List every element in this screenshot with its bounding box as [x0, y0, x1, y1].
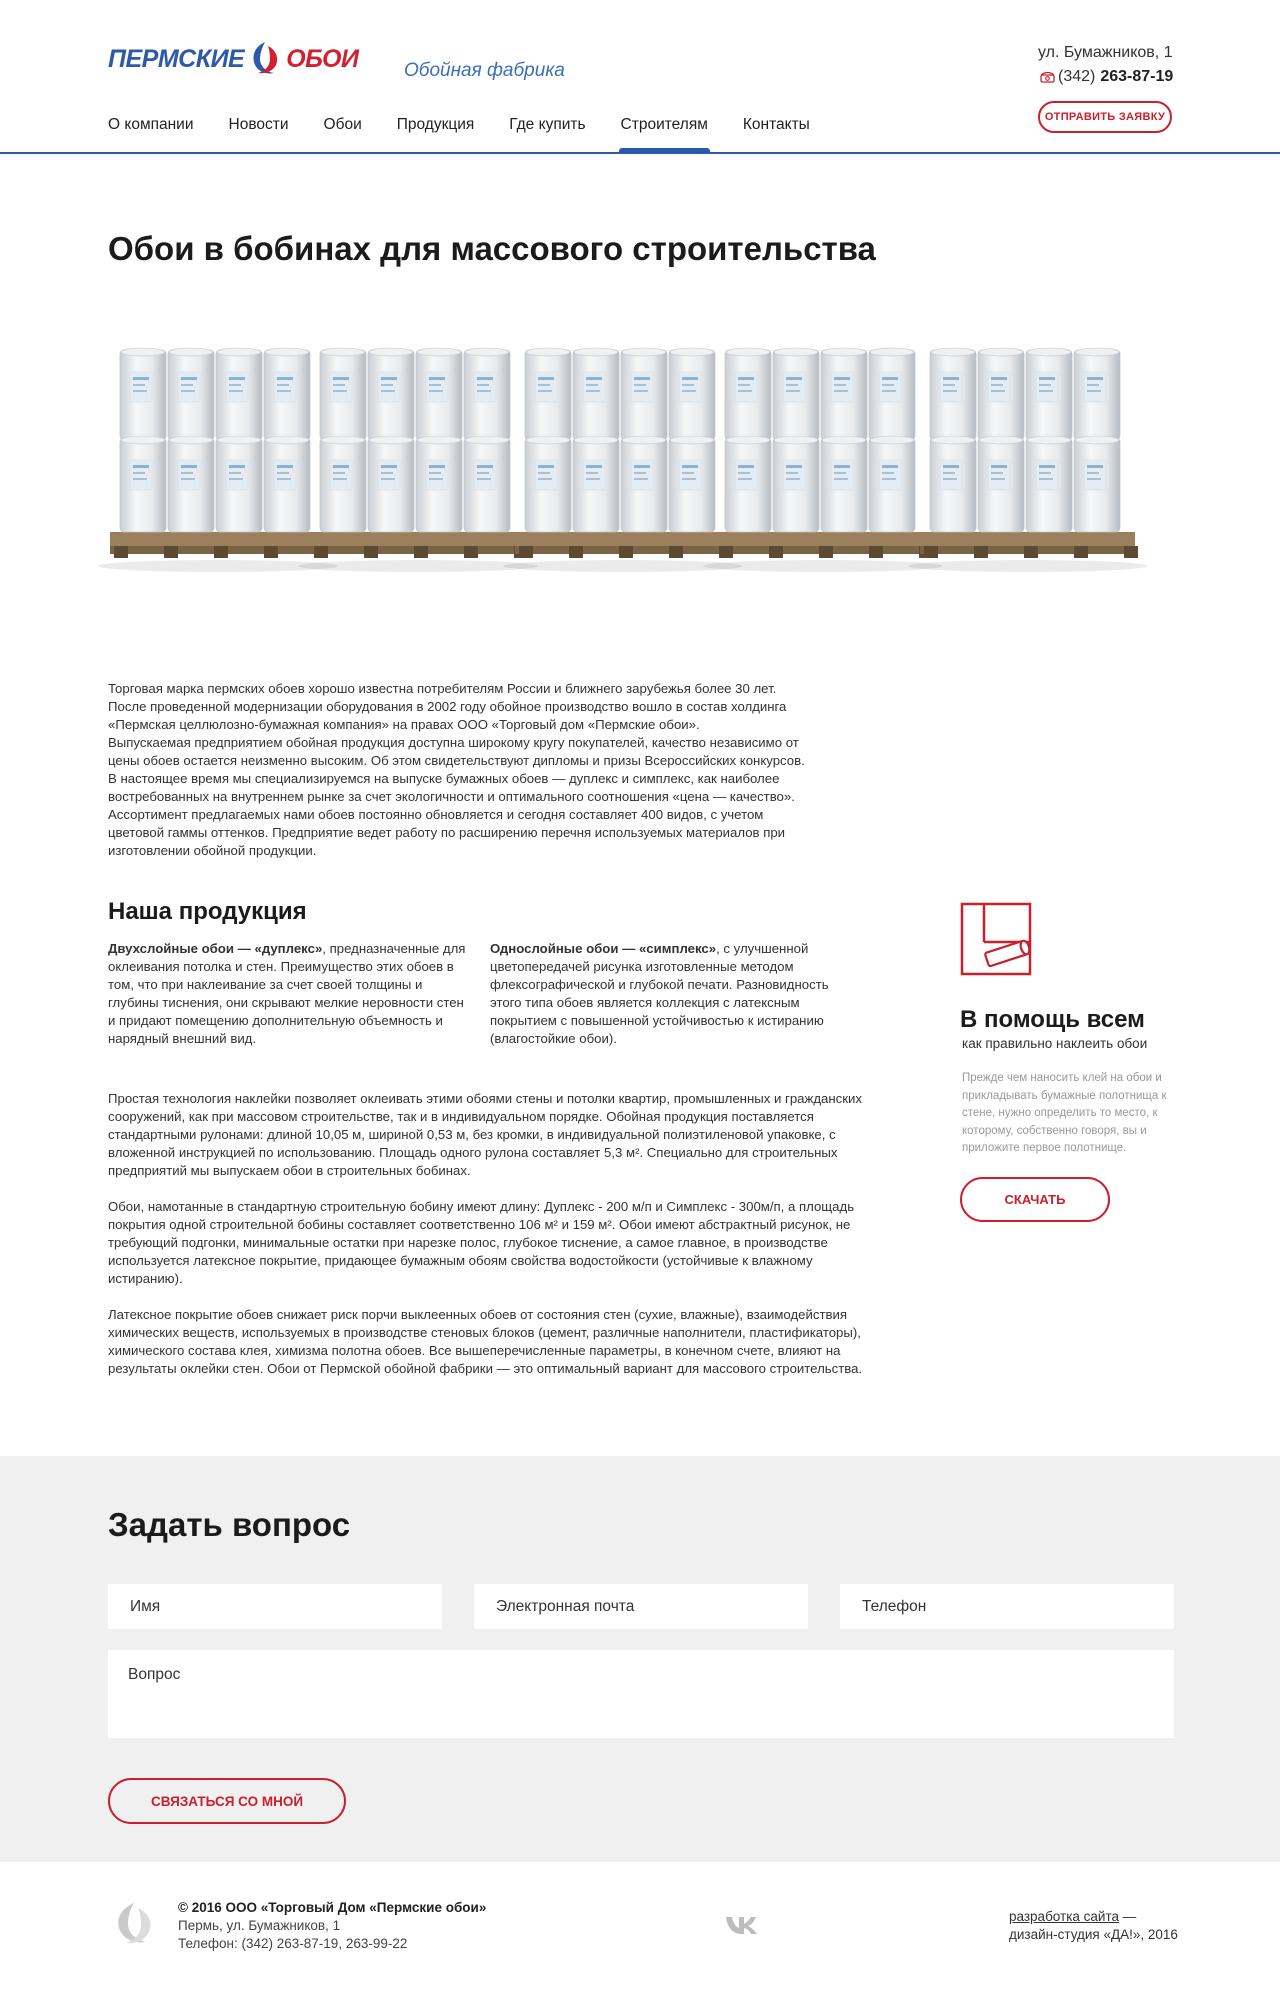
intro-line: Выпускаемая предприятием обойная продукц… [108, 735, 799, 750]
details-text: Простая технология наклейки позволяет ок… [108, 1090, 868, 1378]
intro-line: изготовлении обойной продукции. [108, 843, 317, 858]
nav-item-wallpaper[interactable]: Обои [324, 116, 362, 152]
wallpaper-roll-icon [960, 902, 1032, 976]
nav-item-products[interactable]: Продукция [397, 116, 475, 152]
simplex-description: Однослойные обои — «симплекс», с улучшен… [490, 940, 860, 1048]
intro-line: «Пермская целлюлозно-бумажная компания» … [108, 717, 700, 732]
footer-logo-icon [118, 1903, 151, 1944]
help-subtitle: как правильно наклеить обои [962, 1036, 1148, 1051]
nav-item-builders[interactable]: Строителям [618, 116, 711, 153]
vk-icon[interactable] [724, 1914, 762, 1936]
header-address: ул. Бумажников, 1 [1038, 44, 1173, 61]
products-title: Наша продукция [108, 898, 307, 925]
intro-line: востребованных на внутреннем рынке за сч… [108, 789, 795, 804]
nav-item-contacts[interactable]: Контакты [743, 116, 810, 152]
footer-studio: дизайн-студия «ДА!», 2016 [1009, 1927, 1178, 1942]
send-request-button[interactable]: ОТПРАВИТЬ ЗАЯВКУ [1038, 101, 1172, 133]
nav-item-news[interactable]: Новости [229, 116, 289, 152]
download-button[interactable]: СКАЧАТЬ [960, 1177, 1110, 1222]
details-paragraph: Простая технология наклейки позволяет ок… [108, 1091, 862, 1178]
page-title: Обои в бобинах для массового строительст… [108, 230, 876, 267]
header-phone[interactable]: (342) 263-87-19 [1040, 68, 1173, 86]
intro-text: Торговая марка пермских обоев хорошо изв… [108, 680, 868, 860]
email-input[interactable]: Электронная почта [474, 1584, 808, 1629]
footer-phones: Телефон: (342) 263-87-19, 263-99-22 [178, 1936, 408, 1951]
developer-dash: — [1119, 1909, 1137, 1924]
logo-text-oboi: ОБОИ [286, 44, 359, 73]
intro-line: цены обоев остается неизменно высоким. О… [108, 753, 805, 768]
help-title: В помощь всем [960, 1006, 1145, 1033]
tagline: Обойная фабрика [404, 60, 565, 81]
logo[interactable]: ПЕРМСКИЕ ОБОИ [108, 40, 359, 78]
footer-address: Пермь, ул. Бумажников, 1 [178, 1918, 341, 1933]
intro-line: Торговая марка пермских обоев хорошо изв… [108, 681, 777, 696]
phone-number: 263-87-19 [1100, 68, 1174, 85]
question-textarea[interactable]: Вопрос [108, 1650, 1174, 1738]
phone-input[interactable]: Телефон [840, 1584, 1174, 1629]
logo-swirl-icon [253, 42, 278, 74]
details-paragraph: Обои, намотанные в стандартную строитель… [108, 1199, 855, 1286]
intro-line: После проведенной модернизации оборудова… [108, 699, 787, 714]
nav-item-where-to-buy[interactable]: Где купить [509, 116, 585, 152]
footer-copyright: © 2016 ООО «Торговый Дом «Пермские обои» [178, 1900, 487, 1915]
contact-me-button[interactable]: СВЯЗАТЬСЯ СО МНОЙ [108, 1778, 346, 1824]
footer-developer: разработка сайта — [1009, 1909, 1136, 1924]
phone-code: (342) [1058, 68, 1096, 85]
name-input[interactable]: Имя [108, 1584, 442, 1629]
nav-item-about[interactable]: О компании [108, 116, 194, 152]
details-paragraph: Латексное покрытие обоев снижает риск по… [108, 1307, 863, 1376]
phone-icon [1040, 71, 1055, 83]
developer-link[interactable]: разработка сайта [1009, 1909, 1119, 1924]
help-text: Прежде чем наносить клей на обои и прикл… [962, 1072, 1167, 1154]
simplex-title: Однослойные обои — «симплекс» [490, 941, 717, 956]
question-title: Задать вопрос [108, 1506, 351, 1543]
duplex-description: Двухслойные обои — «дуплекс», предназнач… [108, 940, 474, 1048]
intro-line: цветовой гаммы оттенков. Предприятие вед… [108, 825, 786, 840]
hero-wallpaper-pallets-image [0, 320, 1280, 610]
duplex-text: , предназначенные для оклеивания потолка… [108, 941, 466, 1046]
duplex-title: Двухслойные обои — «дуплекс» [108, 941, 323, 956]
intro-line: Ассортимент предлагаемых нами обоев пост… [108, 807, 764, 822]
simplex-text: , с улучшенной цветопередачей рисунка из… [490, 941, 829, 1046]
nav-divider [0, 152, 1280, 154]
intro-line: В настоящее время мы специализируемся на… [108, 771, 780, 786]
main-nav: О компании Новости Обои Продукция Где ку… [108, 116, 845, 153]
logo-text-perm: ПЕРМСКИЕ [108, 44, 245, 73]
